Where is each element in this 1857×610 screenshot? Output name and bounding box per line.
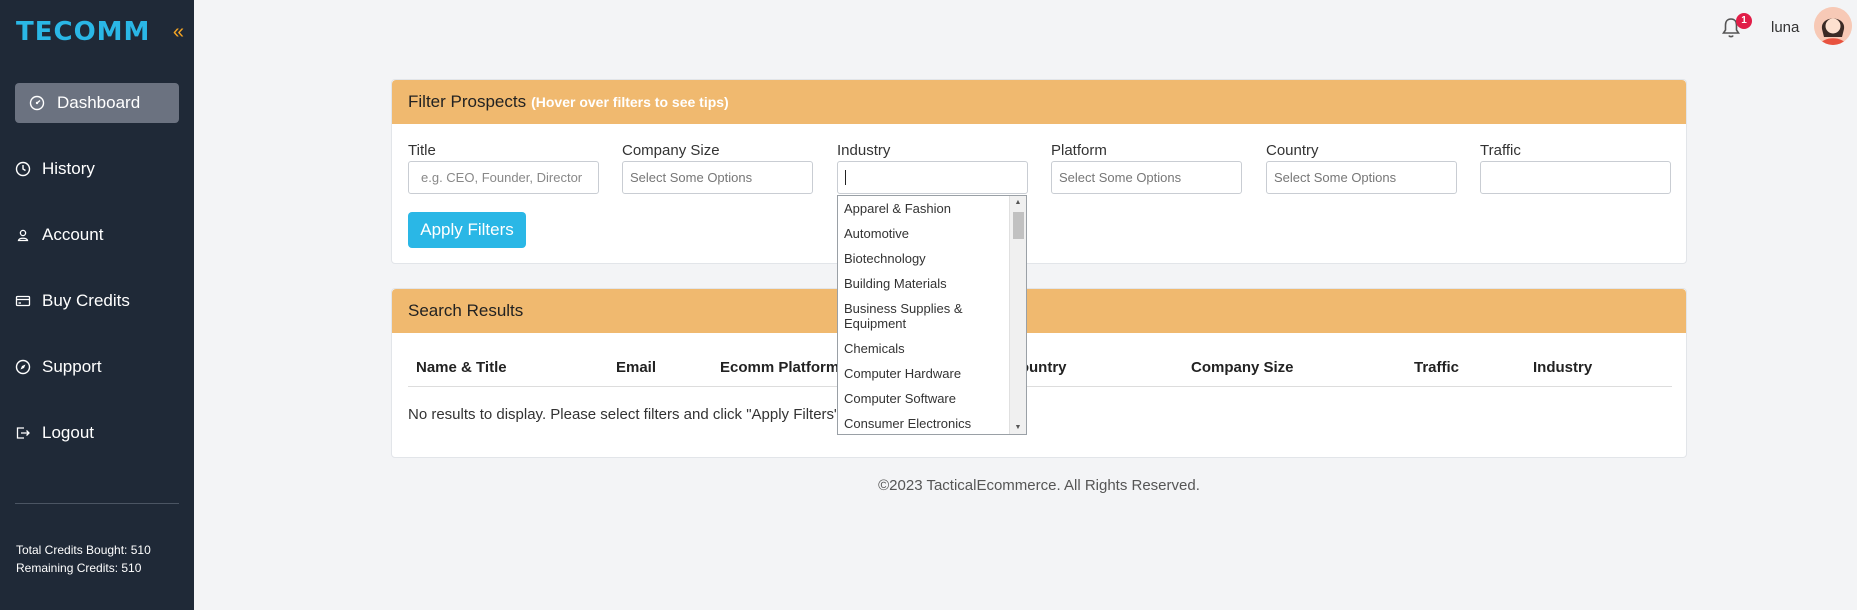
scroll-down-icon[interactable]: ▼: [1010, 421, 1026, 434]
list-item[interactable]: Chemicals: [838, 336, 1010, 361]
traffic-filter-label: Traffic: [1480, 142, 1521, 159]
logo-row: TECOMM «: [16, 16, 186, 48]
sidebar-item-label: Dashboard: [57, 93, 141, 112]
platform-filter-label: Platform: [1051, 142, 1107, 159]
results-card: Search Results Name & Title Email Ecomm …: [391, 288, 1687, 458]
table-header-divider: [408, 386, 1672, 387]
results-card-header: Search Results: [392, 289, 1686, 333]
filter-card: Filter Prospects (Hover over filters to …: [391, 79, 1687, 264]
column-header-name-title[interactable]: Name & Title: [416, 359, 507, 376]
list-item[interactable]: Consumer Electronics: [838, 411, 1010, 434]
clock-icon: [15, 161, 31, 177]
list-item[interactable]: Computer Hardware: [838, 361, 1010, 386]
column-header-industry[interactable]: Industry: [1533, 359, 1592, 376]
dropdown-scrollbar[interactable]: ▲ ▼: [1009, 196, 1026, 434]
list-item[interactable]: Biotechnology: [838, 246, 1010, 271]
user-icon: [15, 227, 31, 243]
company-size-select[interactable]: Select Some Options: [622, 161, 813, 194]
username[interactable]: luna: [1771, 19, 1799, 36]
apply-filters-button[interactable]: Apply Filters: [408, 212, 526, 248]
notification-badge: 1: [1736, 13, 1752, 29]
sidebar-item-label: Buy Credits: [42, 291, 130, 310]
filter-card-header: Filter Prospects (Hover over filters to …: [392, 80, 1686, 124]
filter-tip: (Hover over filters to see tips): [531, 94, 729, 110]
list-item[interactable]: Apparel & Fashion: [838, 196, 1010, 221]
column-header-traffic[interactable]: Traffic: [1414, 359, 1459, 376]
filter-card-title: Filter Prospects: [408, 92, 527, 111]
scrollbar-thumb[interactable]: [1013, 212, 1024, 239]
country-select[interactable]: Select Some Options: [1266, 161, 1457, 194]
sidebar-item-label: Account: [42, 225, 104, 244]
sidebar-item-buy-credits[interactable]: Buy Credits: [15, 281, 179, 321]
dashboard-gauge-icon: [29, 95, 45, 111]
app-logo[interactable]: TECOMM: [16, 17, 150, 47]
text-cursor: [845, 170, 846, 185]
company-size-filter-label: Company Size: [622, 142, 720, 159]
sidebar: TECOMM « Dashboard History Account Buy C…: [0, 0, 194, 610]
platform-select[interactable]: Select Some Options: [1051, 161, 1242, 194]
list-item[interactable]: Computer Software: [838, 386, 1010, 411]
industry-select[interactable]: [837, 161, 1028, 194]
empty-results-message: No results to display. Please select fil…: [408, 406, 844, 423]
industry-filter-label: Industry: [837, 142, 891, 159]
results-card-title: Search Results: [408, 301, 524, 320]
double-chevron-left-icon[interactable]: «: [173, 21, 184, 44]
sidebar-nav: Dashboard History Account Buy Credits Su…: [15, 83, 179, 479]
sidebar-item-logout[interactable]: Logout: [15, 413, 179, 453]
title-filter-label: Title: [408, 142, 436, 159]
remaining-credits-text: Remaining Credits: 510: [16, 561, 142, 575]
footer-copyright: ©2023 TacticalEcommerce. All Rights Rese…: [878, 477, 1200, 494]
column-header-company-size[interactable]: Company Size: [1191, 359, 1294, 376]
scroll-up-icon[interactable]: ▲: [1010, 196, 1026, 209]
industry-options: Apparel & Fashion Automotive Biotechnolo…: [838, 196, 1010, 434]
logout-icon: [15, 425, 31, 441]
column-header-ecomm-platform[interactable]: Ecomm Platform: [720, 359, 839, 376]
country-filter-label: Country: [1266, 142, 1319, 159]
sidebar-item-label: Logout: [42, 423, 94, 442]
list-item[interactable]: Business Supplies & Equipment: [838, 296, 1010, 336]
sidebar-item-account[interactable]: Account: [15, 215, 179, 255]
compass-icon: [15, 359, 31, 375]
sidebar-item-dashboard[interactable]: Dashboard: [15, 83, 179, 123]
sidebar-item-history[interactable]: History: [15, 149, 179, 189]
sidebar-item-label: Support: [42, 357, 102, 376]
total-credits-text: Total Credits Bought: 510: [16, 543, 151, 557]
avatar[interactable]: [1814, 7, 1852, 45]
traffic-select[interactable]: [1480, 161, 1671, 194]
sidebar-item-support[interactable]: Support: [15, 347, 179, 387]
list-item[interactable]: Building Materials: [838, 271, 1010, 296]
sidebar-divider: [15, 503, 179, 504]
industry-dropdown-list: Apparel & Fashion Automotive Biotechnolo…: [837, 195, 1027, 435]
credit-card-icon: [15, 293, 31, 309]
credits-summary: Total Credits Bought: 510 Remaining Cred…: [16, 541, 151, 577]
title-filter-input[interactable]: e.g. CEO, Founder, Director: [408, 161, 599, 194]
column-header-email[interactable]: Email: [616, 359, 656, 376]
list-item[interactable]: Automotive: [838, 221, 1010, 246]
sidebar-item-label: History: [42, 159, 95, 178]
